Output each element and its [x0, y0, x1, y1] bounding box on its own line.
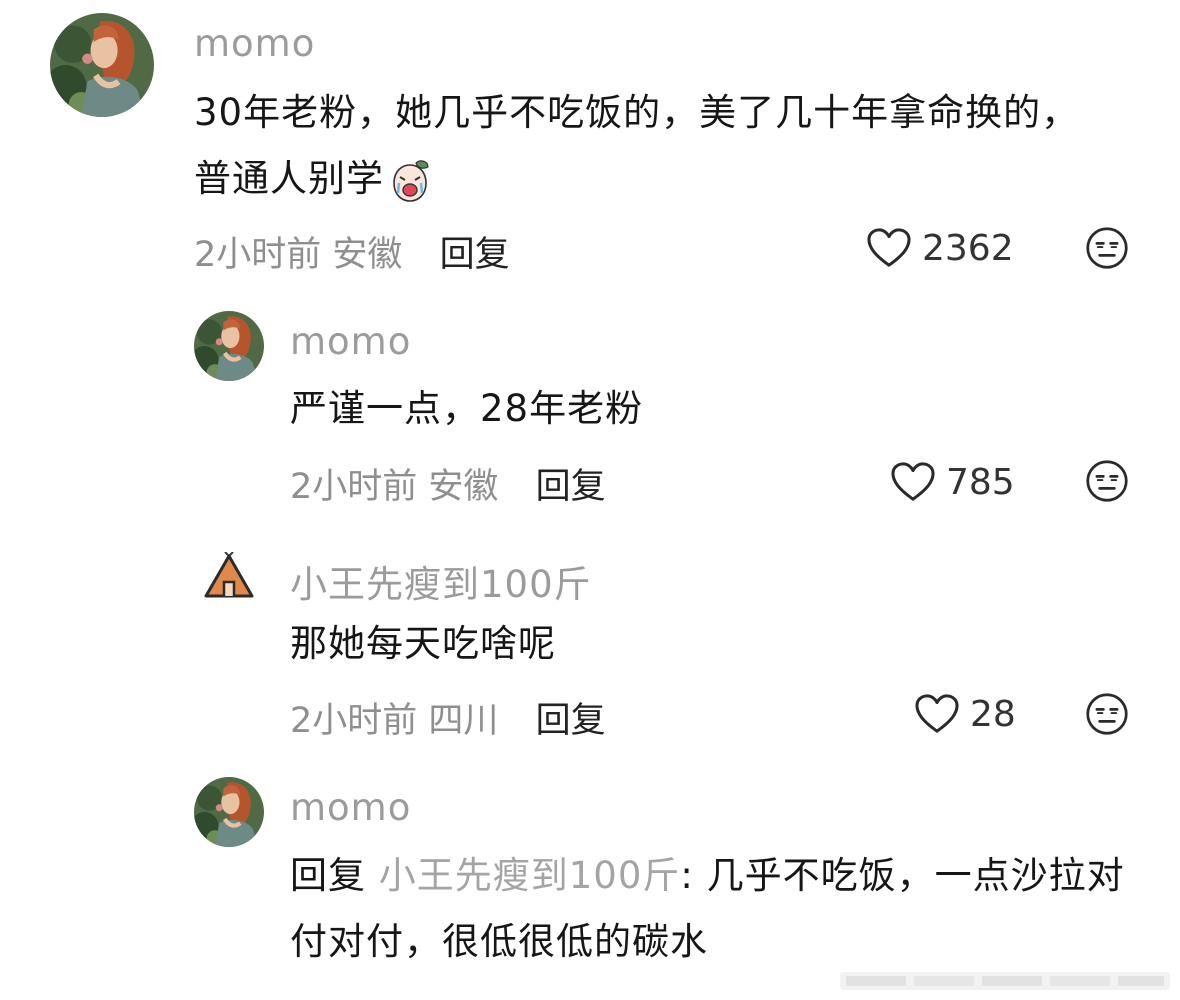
crying-peach-sticker-icon	[393, 159, 429, 202]
comment-text: 回复 小王先瘦到100斤: 几乎不吃饭，一点沙拉对付对付，很低很低的碳水	[290, 843, 1130, 975]
comment-location: 安徽	[332, 235, 403, 275]
avatar[interactable]	[194, 311, 264, 381]
like-count: 785	[946, 461, 1015, 503]
watermark-decoration	[840, 972, 1170, 990]
comment-meta: 2小时前 安徽 回复	[194, 226, 510, 277]
like-button[interactable]: 785	[890, 460, 1015, 504]
avatar[interactable]	[200, 552, 258, 602]
like-button[interactable]: 2362	[866, 226, 1014, 270]
comment-text: 那她每天吃啥呢	[290, 622, 556, 665]
comment-username[interactable]: 小王先瘦到100斤	[290, 554, 592, 608]
reply-prefix: 回复	[290, 854, 366, 897]
tent-icon	[204, 552, 254, 598]
expressionless-face-icon[interactable]	[1085, 692, 1129, 736]
like-count: 2362	[922, 227, 1014, 269]
comment-text-body: 30年老粉，她几乎不吃饭的，美了几十年拿命换的，普通人别学	[194, 91, 1080, 200]
heart-outline-icon	[866, 227, 912, 269]
comment-location: 安徽	[428, 467, 499, 507]
like-button[interactable]: 28	[914, 692, 1016, 736]
comment-meta: 2小时前 四川 回复	[290, 692, 606, 743]
like-count: 28	[970, 693, 1016, 735]
heart-outline-icon	[914, 693, 960, 735]
comment-text: 严谨一点，28年老粉	[290, 387, 644, 430]
avatar[interactable]	[194, 777, 264, 847]
comment-location: 四川	[428, 701, 499, 741]
reply-to-username[interactable]: 小王先瘦到100斤	[379, 854, 681, 897]
heart-outline-icon	[890, 461, 936, 503]
comment-text: 30年老粉，她几乎不吃饭的，美了几十年拿命换的，普通人别学	[194, 80, 1094, 212]
comment-time: 2小时前	[290, 467, 418, 507]
avatar[interactable]	[50, 13, 154, 117]
expressionless-face-icon[interactable]	[1085, 459, 1129, 503]
expressionless-face-icon[interactable]	[1085, 226, 1129, 270]
reply-separator: :	[680, 854, 707, 897]
comment-username[interactable]: momo	[290, 320, 411, 363]
reply-button[interactable]: 回复	[440, 235, 510, 275]
reply-button[interactable]: 回复	[536, 701, 606, 741]
comment-time: 2小时前	[290, 701, 418, 741]
comment-username[interactable]: momo	[290, 786, 411, 829]
comment-meta: 2小时前 安徽 回复	[290, 458, 606, 509]
reply-button[interactable]: 回复	[536, 467, 606, 507]
comment-time: 2小时前	[194, 235, 322, 275]
comment-username[interactable]: momo	[194, 22, 315, 65]
